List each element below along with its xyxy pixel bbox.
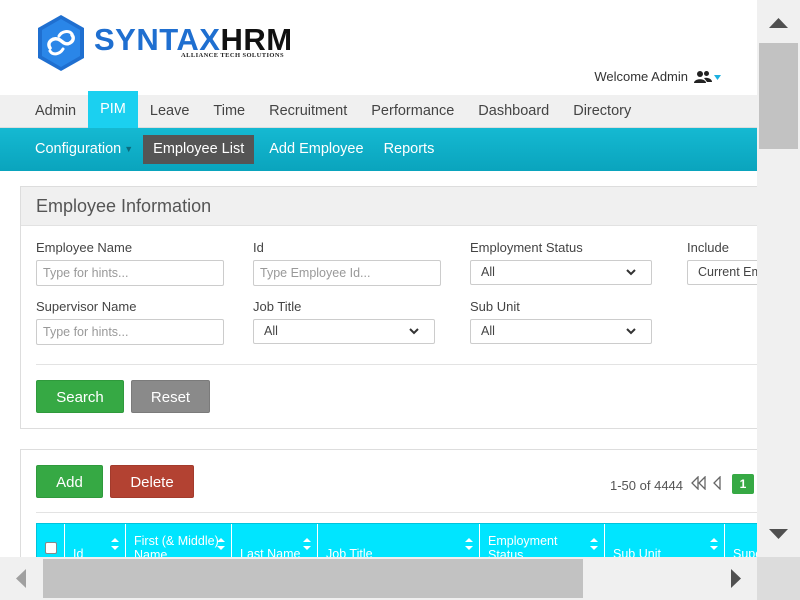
sub-unit-label: Sub Unit: [470, 299, 520, 314]
sub-nav: Configuration ▼ Employee List Add Employ…: [0, 128, 757, 171]
chevron-down-icon: [626, 328, 636, 335]
nav-performance[interactable]: Performance: [359, 95, 466, 128]
employment-status-value: All: [481, 265, 495, 279]
welcome-text: Welcome Admin: [594, 69, 688, 84]
column-header-first-name[interactable]: First (& Middle) Name: [126, 524, 232, 557]
column-header-label: First (& Middle) Name: [134, 534, 219, 557]
table-header: Id First (& Middle) Name Last Name Job T…: [36, 523, 757, 557]
employee-information-panel: Employee Information Employee Name Id Em…: [20, 186, 757, 429]
page-viewport: SYNTAXHRM ALLIANCE TECH SOLUTIONS Welcom…: [0, 0, 757, 557]
column-header-last-name[interactable]: Last Name: [232, 524, 318, 557]
select-all-header: [37, 524, 65, 557]
previous-page-icon[interactable]: [712, 476, 722, 490]
caret-down-icon[interactable]: [714, 69, 721, 84]
welcome-menu[interactable]: Welcome Admin: [594, 69, 721, 84]
column-header-label: Id: [73, 547, 84, 557]
sub-unit-value: All: [481, 324, 495, 338]
nav-recruitment[interactable]: Recruitment: [257, 95, 359, 128]
column-header-id[interactable]: Id: [65, 524, 126, 557]
sort-icon: [710, 538, 718, 550]
reset-button[interactable]: Reset: [131, 380, 210, 413]
panel-title: Employee Information: [21, 187, 757, 226]
first-page-icon[interactable]: [691, 476, 707, 490]
chevron-down-icon: [626, 269, 636, 276]
employee-name-input[interactable]: [36, 260, 224, 286]
employee-name-label: Employee Name: [36, 240, 133, 255]
sort-icon: [465, 538, 473, 550]
nav-time[interactable]: Time: [201, 95, 257, 128]
column-header-supervisor[interactable]: Supervisor: [725, 524, 757, 557]
supervisor-name-input[interactable]: [36, 319, 224, 345]
scroll-right-arrow-icon[interactable]: [730, 568, 742, 589]
scroll-left-arrow-icon[interactable]: [15, 568, 27, 589]
job-title-select[interactable]: All: [253, 319, 435, 344]
nav-admin[interactable]: Admin: [23, 95, 88, 128]
subnav-configuration[interactable]: Configuration ▼: [25, 135, 143, 164]
sort-icon: [111, 538, 119, 550]
employment-status-select[interactable]: All: [470, 260, 652, 285]
logo[interactable]: SYNTAXHRM ALLIANCE TECH SOLUTIONS: [36, 14, 296, 72]
column-header-label: Employment Status: [488, 534, 558, 557]
nav-leave[interactable]: Leave: [138, 95, 202, 128]
column-header-sub-unit[interactable]: Sub Unit: [605, 524, 725, 557]
sort-icon: [303, 538, 311, 550]
delete-button[interactable]: Delete: [110, 465, 194, 498]
vertical-scrollbar[interactable]: [757, 0, 800, 557]
nav-dashboard[interactable]: Dashboard: [466, 95, 561, 128]
id-label: Id: [253, 240, 264, 255]
header: SYNTAXHRM ALLIANCE TECH SOLUTIONS Welcom…: [0, 0, 757, 95]
subnav-configuration-label: Configuration: [35, 141, 122, 157]
scroll-down-arrow-icon[interactable]: [768, 528, 789, 540]
logo-hexagon-icon: [38, 15, 84, 71]
search-button[interactable]: Search: [36, 380, 124, 413]
users-icon: [694, 70, 712, 84]
chevron-down-icon: [409, 328, 419, 335]
divider: [36, 364, 757, 365]
horizontal-scrollbar[interactable]: [0, 557, 757, 600]
employee-id-input[interactable]: [253, 260, 441, 286]
page-number-current[interactable]: 1: [732, 474, 754, 494]
job-title-value: All: [264, 324, 278, 338]
subnav-add-employee[interactable]: Add Employee: [259, 135, 373, 164]
sort-icon: [590, 538, 598, 550]
subnav-reports[interactable]: Reports: [374, 135, 445, 164]
subnav-employee-list[interactable]: Employee List: [143, 135, 255, 164]
select-all-checkbox[interactable]: [45, 542, 57, 554]
horizontal-scroll-thumb[interactable]: [43, 559, 583, 598]
column-header-label: Last Name: [240, 547, 301, 557]
main-nav: Admin PIM Leave Time Recruitment Perform…: [0, 91, 757, 128]
divider: [36, 512, 757, 513]
scrollbar-corner: [757, 557, 800, 600]
column-header-label: Supervisor: [733, 547, 757, 557]
supervisor-name-label: Supervisor Name: [36, 299, 137, 314]
include-value: Current Employees Only: [698, 265, 757, 279]
column-header-label: Job Title: [326, 547, 373, 557]
scroll-up-arrow-icon[interactable]: [768, 17, 789, 29]
vertical-scroll-thumb[interactable]: [759, 43, 798, 149]
column-header-label: Sub Unit: [613, 547, 661, 557]
employee-list-panel: Add Delete 1-50 of 4444 1 Id First (& Mi…: [20, 449, 757, 557]
caret-down-icon: ▼: [124, 144, 134, 154]
include-select[interactable]: Current Employees Only: [687, 260, 757, 285]
nav-directory[interactable]: Directory: [561, 95, 643, 128]
column-header-employment-status[interactable]: Employment Status: [480, 524, 605, 557]
column-header-job-title[interactable]: Job Title: [318, 524, 480, 557]
add-button[interactable]: Add: [36, 465, 103, 498]
paging-text: 1-50 of 4444: [610, 478, 684, 493]
nav-pim[interactable]: PIM: [88, 91, 138, 128]
employment-status-label: Employment Status: [470, 240, 583, 255]
include-label: Include: [687, 240, 729, 255]
sub-unit-select[interactable]: All: [470, 319, 652, 344]
job-title-label: Job Title: [253, 299, 302, 314]
logo-subtitle: ALLIANCE TECH SOLUTIONS: [181, 52, 284, 59]
sort-icon: [217, 538, 225, 550]
